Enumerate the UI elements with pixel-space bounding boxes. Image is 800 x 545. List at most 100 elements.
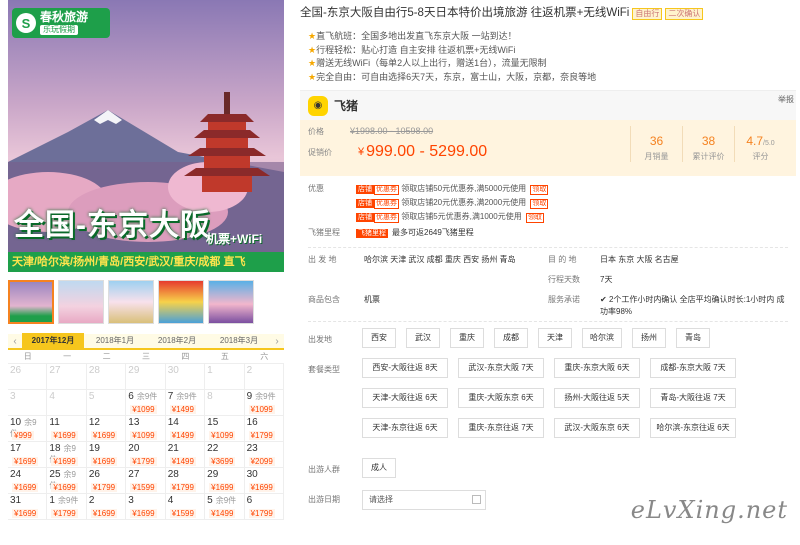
calendar-day[interactable]: 25余9件¥1699 (47, 468, 87, 494)
calendar-day[interactable]: 22 ¥3699 (205, 442, 245, 468)
calendar-day[interactable]: 23 ¥2099 (244, 442, 284, 468)
calendar-day[interactable]: 6 余9件 ¥1099 (126, 390, 166, 416)
day-number: 25 (49, 469, 61, 480)
fliggy-logo-icon: ◉ (308, 95, 328, 116)
logo-icon: S (16, 13, 36, 33)
thumbnail-2[interactable] (58, 280, 104, 324)
calendar-day[interactable]: 13 ¥1099 (126, 416, 166, 442)
package-option[interactable]: 重庆-大阪东京 6天 (458, 388, 544, 408)
chevron-left-icon[interactable]: ‹ (8, 336, 22, 347)
calendar-month-tab[interactable]: 2018年2月 (146, 333, 208, 349)
hero-headline: 全国-东京大阪 (14, 209, 211, 242)
calendar-day[interactable]: 18余9件¥1699 (47, 442, 87, 468)
day-number: 2 (246, 365, 253, 376)
calendar-day[interactable]: 19 ¥1699 (86, 442, 127, 468)
weekday-label: 二 (102, 352, 111, 361)
people-option[interactable]: 成人 (362, 458, 396, 478)
depart-option[interactable]: 武汉 (406, 328, 440, 348)
stat-reviews[interactable]: 38 累计评价 (682, 126, 734, 162)
package-option[interactable]: 哈尔滨-东京往返 6天 (650, 418, 736, 438)
day-price: ¥1799 (248, 431, 275, 440)
coupon-claim-button[interactable]: 领取 (525, 213, 544, 223)
calendar-day[interactable]: 5 余9件 ¥1499 (205, 494, 245, 520)
calendar-day[interactable]: 17 ¥1699 (8, 442, 48, 468)
depart-option[interactable]: 重庆 (450, 328, 484, 348)
calendar-day[interactable]: 4 ¥1599 (165, 494, 206, 520)
depart-option[interactable]: 青岛 (676, 328, 710, 348)
package-option[interactable]: 武汉-东京大阪 7天 (458, 358, 544, 378)
package-option[interactable]: 青岛-大阪往返 7天 (650, 388, 736, 408)
depart-option[interactable]: 西安 (362, 328, 396, 348)
package-option[interactable]: 天津-大阪往返 6天 (362, 388, 448, 408)
calendar-day: 5 (86, 390, 127, 416)
calendar-month-tab[interactable]: 2017年12月 (22, 333, 84, 349)
calendar-month-tab[interactable]: 2018年3月 (208, 333, 270, 349)
coupon-claim-button[interactable]: 领取 (530, 199, 549, 209)
day-price: ¥1499 (169, 431, 196, 440)
calendar-day[interactable]: 15 ¥1099 (205, 416, 245, 442)
main-product-image[interactable]: S 春秋旅游 乐玩假期 全国-东京大阪 机票+WiFi 天津/哈尔滨/扬州/青岛… (8, 0, 284, 272)
day-price: ¥1699 (12, 457, 39, 466)
day-price: ¥2099 (248, 457, 275, 466)
calendar-day[interactable]: 12 ¥1699 (86, 416, 127, 442)
calendar-day[interactable]: 2 ¥1699 (86, 494, 127, 520)
depart-option[interactable]: 天津 (538, 328, 572, 348)
package-option[interactable]: 扬州-大阪往返 5天 (554, 388, 640, 408)
package-option[interactable]: 重庆-东京大阪 6天 (554, 358, 640, 378)
depart-option[interactable]: 成都 (494, 328, 528, 348)
package-option[interactable]: 天津-东京往返 6天 (362, 418, 448, 438)
report-link[interactable]: 举报 (778, 94, 794, 105)
dest-value: 日本 东京 大阪 名古屋 (600, 255, 679, 264)
price-calendar: ‹ 2017年12月 2018年1月 2018年2月 2018年3月 › 日 一 二… (8, 333, 284, 520)
calendar-day[interactable]: 6 ¥1799 (244, 494, 284, 520)
calendar-month-tab[interactable]: 2018年1月 (84, 333, 146, 349)
day-price: ¥1599 (130, 483, 157, 492)
calendar-day[interactable]: 16 ¥1799 (244, 416, 284, 442)
coupon-item: 店铺 优惠券 领取店铺5元优惠券,满1000元使用 领取 (356, 212, 544, 223)
package-option[interactable]: 西安-大阪往返 8天 (362, 358, 448, 378)
weekday-label: 六 (260, 352, 269, 361)
calendar-day[interactable]: 28 ¥1799 (165, 468, 206, 494)
calendar-day[interactable]: 14 ¥1499 (165, 416, 206, 442)
depart-option[interactable]: 哈尔滨 (582, 328, 622, 348)
calendar-day[interactable]: 20 ¥1799 (126, 442, 166, 468)
stat-rating: 4.7/5.0 评分 (734, 126, 786, 162)
day-price: ¥1599 (169, 509, 196, 518)
day-number: 14 (167, 417, 179, 428)
day-number: 11 (49, 417, 60, 428)
day-price: ¥3699 (209, 457, 236, 466)
calendar-day[interactable]: 31 ¥1699 (8, 494, 48, 520)
calendar-day[interactable]: 27 ¥1599 (126, 468, 166, 494)
package-option[interactable]: 重庆-东京往返 7天 (458, 418, 544, 438)
calendar-day[interactable]: 26 ¥1799 (86, 468, 127, 494)
travel-date-input[interactable]: 请选择 (362, 490, 486, 510)
day-price: ¥1099 (248, 405, 275, 414)
promo-price: 999.00 - 5299.00 (366, 143, 488, 160)
calendar-day[interactable]: 9 余9件 ¥1099 (244, 390, 284, 416)
calendar-day[interactable]: 3 ¥1699 (126, 494, 166, 520)
thumbnail-3[interactable] (108, 280, 154, 324)
calendar-day[interactable]: 11 ¥1699 (47, 416, 87, 442)
coupon-claim-button[interactable]: 领取 (530, 185, 549, 195)
calendar-day: 26 (8, 364, 48, 390)
tag-badge: 二次确认 (665, 8, 704, 20)
calendar-day[interactable]: 10余9件¥999 (8, 416, 48, 442)
thumbnail-5[interactable] (208, 280, 254, 324)
day-price: ¥1699 (90, 431, 118, 440)
calendar-day[interactable]: 1 余9件 ¥1799 (47, 494, 87, 520)
original-price: ¥1998.00 - 10598.00 (350, 126, 434, 136)
calendar-day[interactable]: 21 ¥1499 (165, 442, 206, 468)
calendar-day[interactable]: 24 ¥1699 (8, 468, 48, 494)
package-option[interactable]: 成都-东京大阪 7天 (650, 358, 736, 378)
day-price: ¥1799 (248, 509, 275, 518)
thumbnail-4[interactable] (158, 280, 204, 324)
calendar-day[interactable]: 7 余9件 ¥1499 (165, 390, 206, 416)
package-option[interactable]: 武汉-大阪东京 6天 (554, 418, 640, 438)
calendar-day[interactable]: 29 ¥1699 (205, 468, 245, 494)
depart-option[interactable]: 扬州 (632, 328, 666, 348)
chevron-right-icon[interactable]: › (270, 336, 284, 347)
day-number: 6 (128, 391, 134, 402)
thumbnail-1[interactable] (8, 280, 54, 324)
calendar-day[interactable]: 30 ¥1699 (244, 468, 284, 494)
feature-item: ★赠送无线WiFi（每单2人以上出行，赠送1台），流量无限制 (308, 58, 547, 68)
